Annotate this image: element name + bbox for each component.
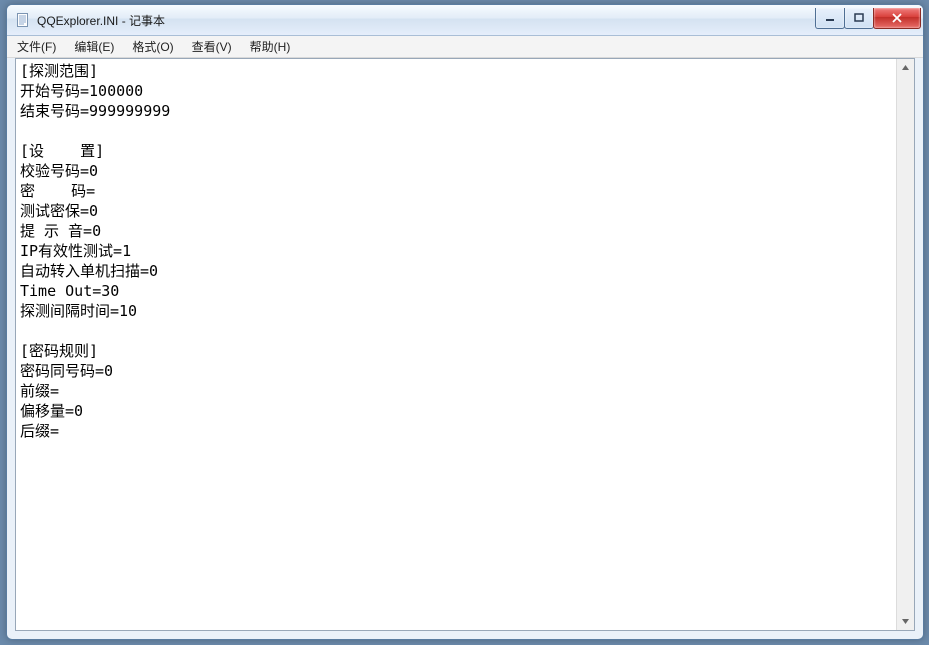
scroll-up-button[interactable] <box>898 59 913 76</box>
window-title: QQExplorer.INI - 记事本 <box>37 12 165 29</box>
maximize-button[interactable] <box>844 8 874 29</box>
vertical-scrollbar[interactable] <box>896 59 914 630</box>
minimize-button[interactable] <box>815 8 845 29</box>
menu-bar: 文件(F) 编辑(E) 格式(O) 查看(V) 帮助(H) <box>7 36 923 58</box>
menu-format[interactable]: 格式(O) <box>124 37 181 57</box>
scroll-down-button[interactable] <box>898 613 913 630</box>
menu-file[interactable]: 文件(F) <box>9 37 64 57</box>
menu-view[interactable]: 查看(V) <box>184 37 240 57</box>
menu-help[interactable]: 帮助(H) <box>242 37 299 57</box>
caption-buttons <box>816 8 923 29</box>
notepad-icon <box>15 12 31 28</box>
notepad-window: QQExplorer.INI - 记事本 文件(F) 编辑(E) 格式(O) 查… <box>6 4 924 640</box>
menu-edit[interactable]: 编辑(E) <box>66 37 122 57</box>
close-button[interactable] <box>873 8 921 29</box>
client-area: [探测范围] 开始号码=100000 结束号码=999999999 [设 置] … <box>15 58 915 631</box>
title-bar[interactable]: QQExplorer.INI - 记事本 <box>7 5 923 36</box>
text-editor[interactable]: [探测范围] 开始号码=100000 结束号码=999999999 [设 置] … <box>16 59 896 630</box>
